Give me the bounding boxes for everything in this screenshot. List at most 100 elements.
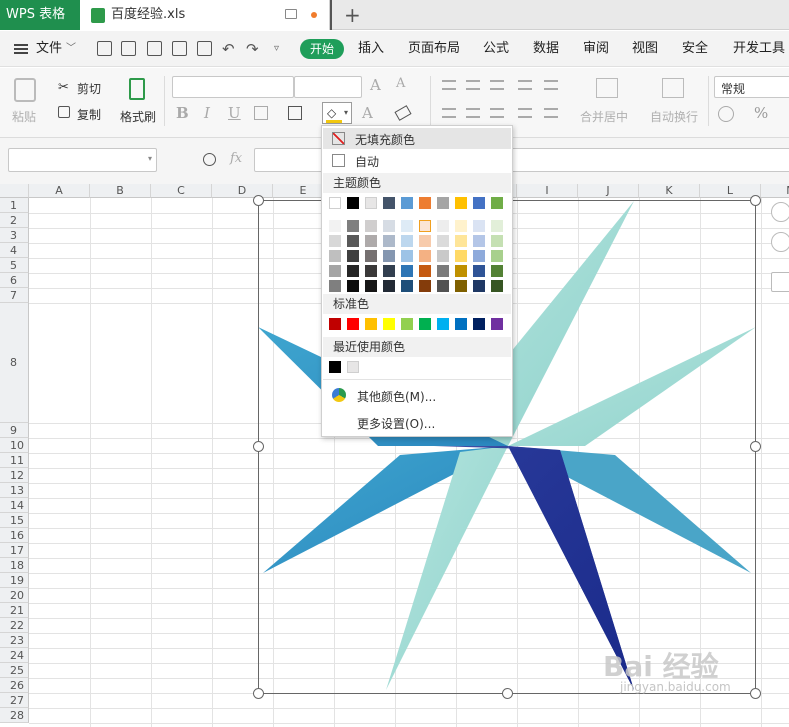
resize-handle[interactable] xyxy=(750,195,761,206)
theme-color-swatch[interactable] xyxy=(383,197,395,209)
theme-shade-swatch[interactable] xyxy=(473,235,485,247)
menu-divider xyxy=(323,379,511,380)
theme-shade-swatch[interactable] xyxy=(329,235,341,247)
theme-shade-swatch[interactable] xyxy=(383,220,395,232)
standard-color-swatch[interactable] xyxy=(491,318,503,330)
standard-color-swatch[interactable] xyxy=(473,318,485,330)
theme-color-swatch[interactable] xyxy=(365,197,377,209)
standard-color-swatch[interactable] xyxy=(401,318,413,330)
theme-shade-swatch[interactable] xyxy=(347,250,359,262)
crop-icon[interactable] xyxy=(771,272,789,292)
recent-color-swatch[interactable] xyxy=(329,361,341,373)
theme-color-swatch[interactable] xyxy=(419,197,431,209)
theme-shade-swatch[interactable] xyxy=(473,220,485,232)
theme-shade-swatch[interactable] xyxy=(455,250,467,262)
theme-shade-swatch[interactable] xyxy=(455,235,467,247)
theme-shade-swatch[interactable] xyxy=(473,265,485,277)
standard-color-swatch[interactable] xyxy=(419,318,431,330)
theme-shade-swatch[interactable] xyxy=(401,235,413,247)
standard-color-swatch[interactable] xyxy=(329,318,341,330)
standard-colors-header: 标准色 xyxy=(323,294,511,314)
theme-shade-swatch[interactable] xyxy=(365,250,377,262)
theme-shade-swatch[interactable] xyxy=(491,220,503,232)
theme-shade-swatch[interactable] xyxy=(419,250,431,262)
resize-handle[interactable] xyxy=(750,441,761,452)
resize-handle[interactable] xyxy=(253,688,264,699)
standard-color-swatch[interactable] xyxy=(365,318,377,330)
theme-color-swatch[interactable] xyxy=(437,197,449,209)
no-fill-label: 无填充颜色 xyxy=(355,133,416,147)
theme-shade-swatch[interactable] xyxy=(347,220,359,232)
recent-color-swatch[interactable] xyxy=(347,361,359,373)
no-fill-option[interactable]: 无填充颜色 xyxy=(323,128,511,149)
theme-shade-swatch[interactable] xyxy=(419,265,431,277)
theme-shade-swatch[interactable] xyxy=(419,280,431,292)
theme-shade-swatch[interactable] xyxy=(437,250,449,262)
resize-handle[interactable] xyxy=(502,688,513,699)
more-colors-label: 其他颜色(M)... xyxy=(357,390,437,404)
theme-shade-swatch[interactable] xyxy=(365,235,377,247)
auto-option[interactable]: 自动 xyxy=(323,150,511,171)
fill-color-dropdown: 无填充颜色 自动 主题颜色 标准色 最近使用颜色 其他颜色(M)... 更多设置… xyxy=(321,125,513,437)
theme-shade-swatch[interactable] xyxy=(365,265,377,277)
theme-shade-swatch[interactable] xyxy=(347,265,359,277)
theme-color-swatch[interactable] xyxy=(401,197,413,209)
theme-color-swatch[interactable] xyxy=(455,197,467,209)
theme-shade-swatch[interactable] xyxy=(329,280,341,292)
no-fill-icon xyxy=(332,132,345,145)
theme-shade-swatch[interactable] xyxy=(455,280,467,292)
theme-shade-swatch[interactable] xyxy=(347,235,359,247)
more-colors-option[interactable]: 其他颜色(M)... xyxy=(323,384,511,408)
resize-handle[interactable] xyxy=(253,195,264,206)
theme-color-swatch[interactable] xyxy=(347,197,359,209)
theme-shade-swatch[interactable] xyxy=(437,220,449,232)
standard-color-swatch[interactable] xyxy=(383,318,395,330)
theme-shade-swatch[interactable] xyxy=(419,235,431,247)
theme-color-swatch[interactable] xyxy=(491,197,503,209)
theme-shade-swatch[interactable] xyxy=(365,220,377,232)
theme-shade-swatch[interactable] xyxy=(437,265,449,277)
theme-shade-swatch[interactable] xyxy=(491,280,503,292)
theme-shade-swatch[interactable] xyxy=(491,265,503,277)
standard-color-swatch[interactable] xyxy=(455,318,467,330)
theme-shade-swatch[interactable] xyxy=(383,250,395,262)
watermark-url: jingyan.baidu.com xyxy=(620,680,731,694)
theme-shade-swatch[interactable] xyxy=(401,250,413,262)
auto-label: 自动 xyxy=(355,155,380,169)
zoom-icon[interactable] xyxy=(771,232,789,252)
theme-shade-swatch[interactable] xyxy=(419,220,431,232)
theme-shade-swatch[interactable] xyxy=(401,280,413,292)
theme-shade-swatch[interactable] xyxy=(473,280,485,292)
collapse-icon[interactable] xyxy=(771,202,789,222)
more-settings-label: 更多设置(O)... xyxy=(357,417,436,431)
theme-shade-swatch[interactable] xyxy=(383,280,395,292)
resize-handle[interactable] xyxy=(750,688,761,699)
recent-colors-header: 最近使用颜色 xyxy=(323,337,511,357)
theme-shade-swatch[interactable] xyxy=(491,250,503,262)
standard-color-swatch[interactable] xyxy=(437,318,449,330)
theme-shade-swatch[interactable] xyxy=(455,220,467,232)
theme-shade-swatch[interactable] xyxy=(401,220,413,232)
color-wheel-icon xyxy=(332,388,346,402)
standard-color-swatch[interactable] xyxy=(347,318,359,330)
theme-colors-header: 主题颜色 xyxy=(323,173,511,193)
resize-handle[interactable] xyxy=(253,441,264,452)
theme-shade-swatch[interactable] xyxy=(473,250,485,262)
theme-color-swatch[interactable] xyxy=(329,197,341,209)
theme-shade-swatch[interactable] xyxy=(383,265,395,277)
theme-shade-swatch[interactable] xyxy=(437,235,449,247)
theme-shade-swatch[interactable] xyxy=(437,280,449,292)
theme-shade-swatch[interactable] xyxy=(491,235,503,247)
theme-shade-swatch[interactable] xyxy=(383,235,395,247)
watermark-logo: Bai 经验 xyxy=(603,650,719,683)
theme-shade-swatch[interactable] xyxy=(365,280,377,292)
auto-color-icon xyxy=(332,154,345,167)
theme-shade-swatch[interactable] xyxy=(455,265,467,277)
theme-shade-swatch[interactable] xyxy=(329,250,341,262)
theme-color-swatch[interactable] xyxy=(473,197,485,209)
theme-shade-swatch[interactable] xyxy=(329,220,341,232)
theme-shade-swatch[interactable] xyxy=(401,265,413,277)
theme-shade-swatch[interactable] xyxy=(329,265,341,277)
theme-shade-swatch[interactable] xyxy=(347,280,359,292)
more-settings-option[interactable]: 更多设置(O)... xyxy=(323,411,511,435)
